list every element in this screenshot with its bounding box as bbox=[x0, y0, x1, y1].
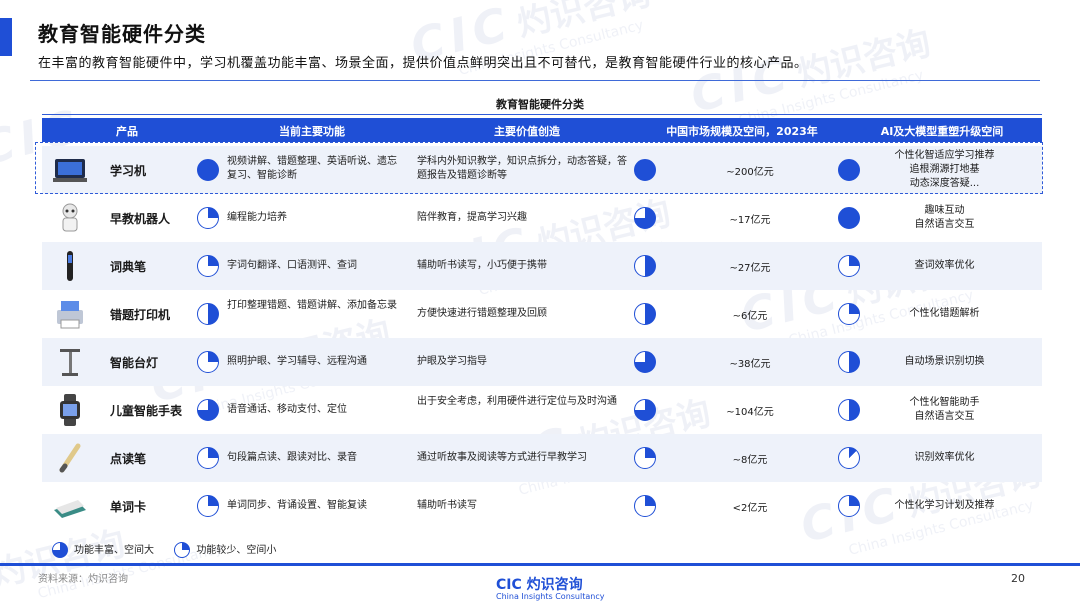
header-ai: AI及大模型重塑升级空间 bbox=[880, 125, 1004, 138]
pen-icon bbox=[52, 250, 88, 282]
card-icon bbox=[52, 490, 88, 522]
ai-upgrade-cell: 趣味互动自然语言交互 bbox=[857, 204, 1032, 232]
ai-upgrade-cell: 自动场景识别切换 bbox=[857, 355, 1032, 369]
ai-upgrade-cell: 查词效率优化 bbox=[857, 259, 1032, 273]
table-row: 点读笔 句段篇点读、跟读对比、录音 通过听故事及阅读等方式进行早教学习 ~8亿元 识别效… bbox=[42, 434, 1042, 482]
market-size-value: <2亿元 bbox=[732, 503, 768, 514]
function-richness-icon bbox=[197, 447, 219, 469]
reading-pen-icon bbox=[52, 442, 88, 474]
page-title: 教育智能硬件分类 bbox=[38, 22, 206, 46]
source-note: 资料来源：灼识咨询 bbox=[38, 574, 128, 585]
table-header: 产品 当前主要功能 主要价值创造 中国市场规模及空间，2023年 AI及大模型重… bbox=[42, 118, 1042, 142]
lamp-icon bbox=[52, 346, 88, 378]
market-size-value: ~8亿元 bbox=[732, 455, 768, 466]
function-richness-icon bbox=[197, 351, 219, 373]
legend-full-label: 功能丰富、空间大 bbox=[74, 545, 154, 556]
legend: 功能丰富、空间大 功能较少、空间小 bbox=[52, 541, 276, 558]
product-name: 词典笔 bbox=[110, 260, 147, 274]
value-cell: 方便快速进行错题整理及回顾 bbox=[417, 308, 547, 319]
function-richness-icon bbox=[197, 399, 219, 421]
market-size-value: ~6亿元 bbox=[732, 311, 768, 322]
ai-upgrade-line: 个性化学习计划及推荐 bbox=[894, 500, 995, 511]
header-product: 产品 bbox=[116, 125, 138, 138]
legend-partial-label: 功能较少、空间小 bbox=[196, 545, 277, 556]
page-number: 20 bbox=[1011, 572, 1025, 585]
ai-upgrade-line: 自然语言交互 bbox=[914, 411, 975, 422]
logo-cn: 灼识咨询 bbox=[526, 577, 583, 593]
ai-upgrade-line: 查词效率优化 bbox=[914, 260, 975, 271]
value-cell: 辅助听书读写 bbox=[417, 500, 477, 511]
table-row: 儿童智能手表 语音通话、移动支付、定位 出于安全考虑，利用硬件进行定位与及时沟通 ~1… bbox=[42, 386, 1042, 434]
market-size-icon bbox=[634, 447, 656, 469]
market-size-value: ~27亿元 bbox=[729, 263, 771, 274]
functions-cell: 编程能力培养 bbox=[227, 212, 287, 223]
legend-full-icon bbox=[52, 542, 68, 558]
table-row: 智能台灯 照明护眼、学习辅导、远程沟通 护眼及学习指导 ~38亿元 自动场景识别切换 bbox=[42, 338, 1042, 386]
page-subtitle: 在丰富的教育智能硬件中，学习机覆盖功能丰富、场景全面，提供价值点鲜明突出且不可替… bbox=[38, 56, 808, 71]
table-row: 词典笔 字词句翻译、口语测评、查词 辅助听书读写，小巧便于携带 ~27亿元 查词效率优化 bbox=[42, 242, 1042, 290]
table-title: 教育智能硬件分类 bbox=[496, 98, 584, 111]
ai-upgrade-line: 趣味互动 bbox=[924, 205, 965, 216]
printer-icon bbox=[52, 298, 88, 330]
robot-icon bbox=[52, 202, 88, 234]
product-name: 错题打印机 bbox=[110, 308, 171, 322]
ai-upgrade-line: 自然语言交互 bbox=[914, 219, 975, 230]
watermark: CIC 灼识咨询China Insights Consultancy bbox=[405, 0, 655, 79]
market-size-icon bbox=[634, 255, 656, 277]
function-richness-icon bbox=[197, 303, 219, 325]
product-name: 点读笔 bbox=[110, 452, 147, 466]
ai-upgrade-cell: 个性化学习计划及推荐 bbox=[857, 499, 1032, 513]
logo-mark: CIC bbox=[496, 577, 527, 593]
functions-cell: 单词同步、背诵设置、智能复读 bbox=[227, 500, 367, 511]
functions-cell: 句段篇点读、跟读对比、录音 bbox=[227, 452, 357, 463]
market-size-value: ~104亿元 bbox=[726, 407, 774, 418]
company-logo: CIC 灼识咨询 China Insights Consultancy bbox=[496, 574, 604, 601]
market-size-icon bbox=[634, 303, 656, 325]
footer-line bbox=[0, 563, 1080, 566]
ai-upgrade-line: 识别效率优化 bbox=[914, 452, 975, 463]
ai-upgrade-line: 个性化错题解析 bbox=[909, 308, 980, 319]
market-size-icon bbox=[634, 207, 656, 229]
header-functions: 当前主要功能 bbox=[279, 125, 345, 138]
ai-upgrade-line: 个性化智能助手 bbox=[909, 397, 980, 408]
watch-icon bbox=[52, 394, 88, 426]
table-row: 错题打印机 打印整理错题、错题讲解、添加备忘录方便快速进行错题整理及回顾 ~6亿元 个… bbox=[42, 290, 1042, 338]
market-size-icon bbox=[634, 495, 656, 517]
product-name: 儿童智能手表 bbox=[110, 404, 183, 418]
title-accent-bar bbox=[0, 18, 12, 56]
table-row: 单词卡 单词同步、背诵设置、智能复读 辅助听书读写 <2亿元 个性化学习计划及推荐 bbox=[42, 482, 1042, 530]
functions-cell: 字词句翻译、口语测评、查词 bbox=[227, 260, 357, 271]
function-richness-icon bbox=[197, 495, 219, 517]
market-size-value: ~38亿元 bbox=[729, 359, 771, 370]
function-richness-icon bbox=[197, 255, 219, 277]
functions-cell: 照明护眼、学习辅导、远程沟通 bbox=[227, 356, 367, 367]
function-richness-icon bbox=[197, 207, 219, 229]
market-size-icon bbox=[634, 351, 656, 373]
logo-en: China Insights Consultancy bbox=[496, 592, 605, 601]
header-value: 主要价值创造 bbox=[494, 125, 560, 138]
product-name: 智能台灯 bbox=[110, 356, 159, 370]
ai-upgrade-cell: 个性化错题解析 bbox=[857, 307, 1032, 321]
product-name: 单词卡 bbox=[110, 500, 147, 514]
ai-upgrade-line: 自动场景识别切换 bbox=[904, 356, 985, 367]
ai-upgrade-cell: 个性化智能助手 自然语言交互 bbox=[857, 396, 1032, 424]
header-divider bbox=[30, 80, 1040, 81]
product-name: 早教机器人 bbox=[110, 212, 171, 226]
value-cell: 通过听故事及阅读等方式进行早教学习 bbox=[417, 452, 587, 463]
value-cell: 出于安全考虑，利用硬件进行定位与及时沟通 bbox=[417, 396, 617, 407]
market-size-icon bbox=[634, 399, 656, 421]
functions-cell: 语音通话、移动支付、定位 bbox=[227, 404, 347, 415]
table-title-divider bbox=[42, 114, 1042, 115]
functions-cell: 打印整理错题、错题讲解、添加备忘录 bbox=[227, 300, 397, 311]
header-market: 中国市场规模及空间，2023年 bbox=[666, 125, 818, 138]
value-cell: 陪伴教育，提高学习兴趣 bbox=[417, 212, 527, 223]
value-cell: 护眼及学习指导 bbox=[417, 356, 487, 367]
legend-partial-icon bbox=[174, 542, 191, 558]
ai-upgrade-cell: 识别效率优化 bbox=[857, 451, 1032, 465]
market-size-value: ~17亿元 bbox=[729, 215, 771, 226]
highlight-box bbox=[35, 142, 1043, 194]
table-row: 早教机器人 编程能力培养 陪伴教育，提高学习兴趣 ~17亿元 趣味互动自然语言交互 bbox=[42, 194, 1042, 242]
value-cell: 辅助听书读写，小巧便于携带 bbox=[417, 260, 547, 271]
